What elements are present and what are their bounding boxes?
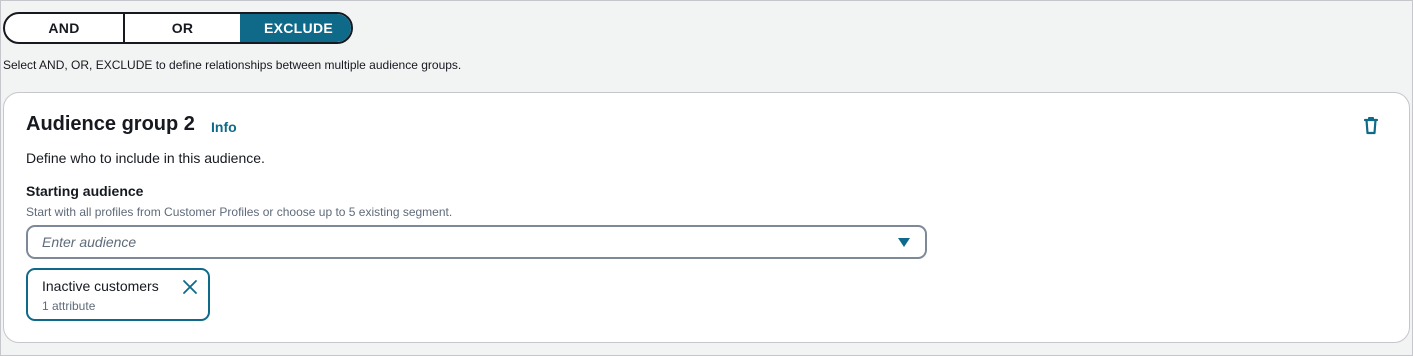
starting-audience-description: Start with all profiles from Customer Pr… [26,205,453,219]
audience-select-placeholder: Enter audience [42,234,137,250]
audience-group-description: Define who to include in this audience. [26,150,265,166]
trash-icon [1363,117,1379,135]
audience-group-title: Audience group 2 [26,113,195,135]
starting-audience-label: Starting audience [26,183,144,199]
info-link[interactable]: Info [211,119,237,135]
close-icon[interactable] [182,279,198,295]
and-option-button[interactable]: AND [5,14,123,42]
or-option-button[interactable]: OR [123,14,240,42]
operator-helper-text: Select AND, OR, EXCLUDE to define relati… [3,58,462,72]
caret-down-icon [898,238,910,247]
audience-select[interactable]: Enter audience [26,225,927,259]
token-label: Inactive customers [42,278,159,294]
delete-group-button[interactable] [1361,115,1381,137]
exclude-option-button[interactable]: EXCLUDE [240,14,351,42]
audience-group-card: Audience group 2 Info Define who to incl… [3,92,1410,343]
selected-audience-token: Inactive customers 1 attribute [26,268,210,321]
operator-toggle: AND OR EXCLUDE [3,12,353,44]
token-sublabel: 1 attribute [42,299,96,313]
